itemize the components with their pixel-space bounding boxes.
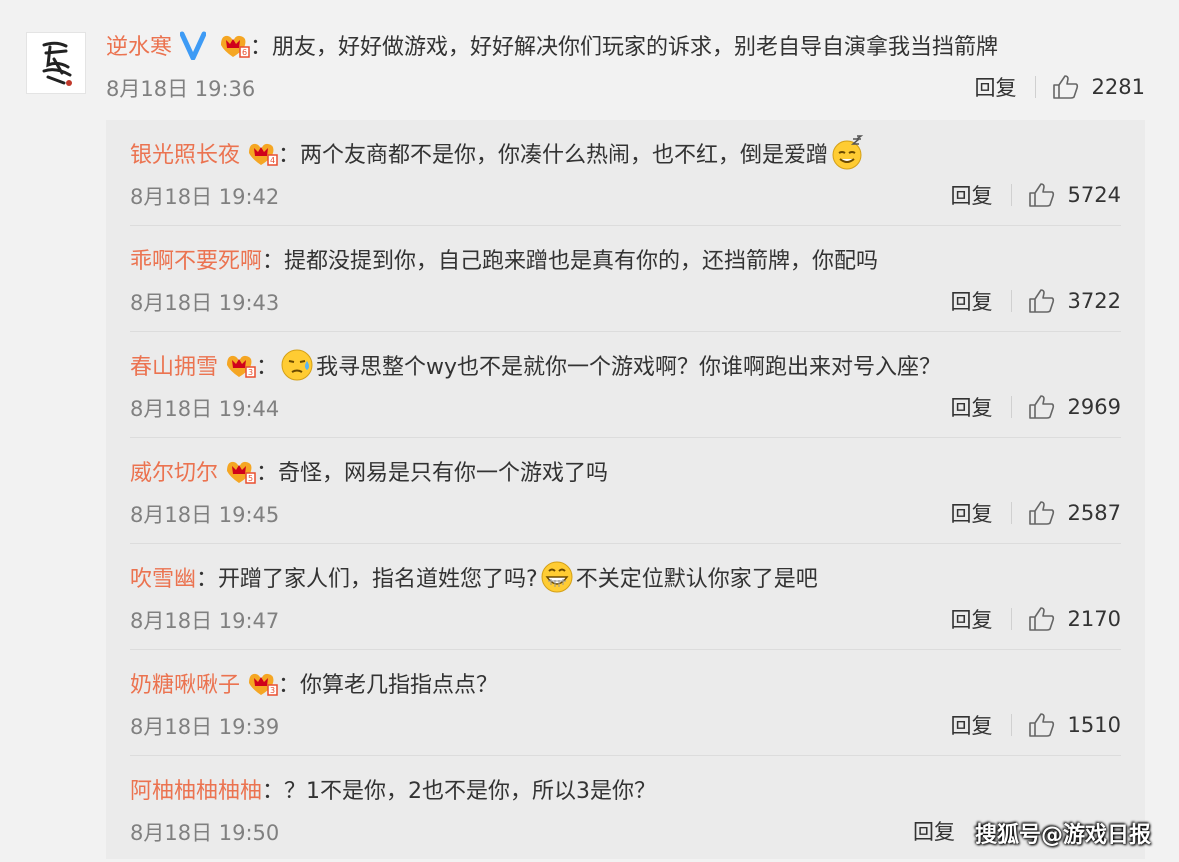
reply-item: 春山拥雪 3 ： 我寻思整个wy也不是就你一个游戏啊？你谁啊跑出来对号入座？ 8… xyxy=(106,332,1145,438)
reply-username[interactable]: 乖啊不要死啊 xyxy=(130,243,262,275)
reply-time: 8月18日 19:45 xyxy=(130,503,280,527)
reply-time: 8月18日 19:50 xyxy=(130,821,280,845)
reply-button[interactable]: 回复 xyxy=(951,286,993,316)
reply-button[interactable]: 回复 xyxy=(951,180,993,210)
main-comment: 逆水寒 6 ：朋友，好好做游戏，好好解决你们玩家的诉求，别老自导自演拿我当挡箭牌… xyxy=(0,0,1179,120)
vip-crown-icon: 3 xyxy=(249,673,278,696)
reply-time: 8月18日 19:44 xyxy=(130,397,280,421)
thumbs-up-icon xyxy=(1028,289,1054,313)
avatar[interactable] xyxy=(26,32,86,94)
reply-item: 乖啊不要死啊 ：提都没提到你，自己跑来蹭也是真有你的，还挡箭牌，你配吗 8月18… xyxy=(106,226,1145,332)
replies-panel: 银光照长夜 4 ：两个友商都不是你，你凑什么热闹，也不红，倒是爱蹭 8月18日 … xyxy=(106,120,1145,859)
like-count: 2587 xyxy=(1067,501,1121,525)
reply-item: 威尔切尔 5 ：奇怪，网易是只有你一个游戏了吗 8月18日 19:45 回复 2… xyxy=(106,438,1145,544)
vip-crown-icon: 3 xyxy=(227,355,256,378)
thumbs-up-icon xyxy=(1028,183,1054,207)
reply-text: 我寻思整个wy也不是就你一个游戏啊？你谁啊跑出来对号入座？ xyxy=(316,355,942,380)
comment-text: ：朋友，好好做游戏，好好解决你们玩家的诉求，别老自导自演拿我当挡箭牌 xyxy=(250,35,999,60)
reply-time: 8月18日 19:43 xyxy=(130,291,280,315)
reply-item: 银光照长夜 4 ：两个友商都不是你，你凑什么热闹，也不红，倒是爱蹭 8月18日 … xyxy=(106,120,1145,226)
like-button[interactable]: 2587 xyxy=(1028,500,1121,526)
action-divider xyxy=(1010,608,1012,630)
watermark: 搜狐号@游戏日报 xyxy=(974,823,1151,848)
action-divider xyxy=(1034,76,1036,98)
reply-item: 吹雪幽 ：开蹭了家人们，指名道姓您了吗? 不关定位默认你家了是吧 8月18日 1… xyxy=(106,544,1145,650)
reply-username[interactable]: 春山拥雪 xyxy=(130,349,218,381)
like-count: 3722 xyxy=(1067,289,1121,313)
svg-text:6: 6 xyxy=(242,48,247,57)
reply-username[interactable]: 阿柚柚柚柚柚 xyxy=(130,773,262,805)
reply-button[interactable]: 回复 xyxy=(951,498,993,528)
grin-face-emoji-icon xyxy=(541,561,573,593)
like-button[interactable]: 3722 xyxy=(1028,288,1121,314)
smug-face-emoji-icon xyxy=(832,135,864,170)
reply-time: 8月18日 19:42 xyxy=(130,185,280,209)
like-button[interactable]: 2281 xyxy=(1052,74,1145,100)
svg-text:5: 5 xyxy=(248,474,253,483)
reply-text: ：开蹭了家人们，指名道姓您了吗? xyxy=(196,567,538,592)
reply-text: ：你算老几指指点点？ xyxy=(278,673,499,698)
like-count: 2969 xyxy=(1067,395,1121,419)
reply-button[interactable]: 回复 xyxy=(975,72,1017,102)
thumbs-up-icon xyxy=(1052,75,1078,99)
reply-text: ：两个友商都不是你，你凑什么热闹，也不红，倒是爱蹭 xyxy=(278,143,829,168)
reply-text: ：奇怪，网易是只有你一个游戏了吗 xyxy=(256,461,609,486)
reply-time: 8月18日 19:47 xyxy=(130,609,280,633)
reply-username[interactable]: 吹雪幽 xyxy=(130,561,196,593)
action-divider xyxy=(1010,396,1012,418)
like-count: 1510 xyxy=(1067,713,1121,737)
vip-crown-icon: 6 xyxy=(221,35,250,58)
username[interactable]: 逆水寒 xyxy=(106,29,172,61)
comment-time: 8月18日 19:36 xyxy=(106,77,256,101)
like-button[interactable]: 2170 xyxy=(1028,606,1121,632)
action-divider xyxy=(1010,714,1012,736)
reply-username[interactable]: 奶糖啾啾子 xyxy=(130,667,240,699)
sweat-face-emoji-icon xyxy=(281,349,313,381)
reply-button[interactable]: 回复 xyxy=(913,816,955,846)
like-button[interactable]: 5724 xyxy=(1028,182,1121,208)
reply-text: ：提都没提到你，自己跑来蹭也是真有你的，还挡箭牌，你配吗 xyxy=(262,249,879,274)
verified-icon xyxy=(180,31,207,60)
like-count: 2281 xyxy=(1091,75,1145,99)
thumbs-up-icon xyxy=(1028,607,1054,631)
reply-item: 奶糖啾啾子 3 ：你算老几指指点点？ 8月18日 19:39 回复 1510 xyxy=(106,650,1145,756)
like-button[interactable]: 2969 xyxy=(1028,394,1121,420)
reply-username[interactable]: 威尔切尔 xyxy=(130,455,218,487)
svg-text:3: 3 xyxy=(270,686,275,695)
thumbs-up-icon xyxy=(1028,501,1054,525)
svg-text:4: 4 xyxy=(270,156,275,165)
thumbs-up-icon xyxy=(1028,395,1054,419)
like-count: 2170 xyxy=(1067,607,1121,631)
action-divider xyxy=(1010,184,1012,206)
svg-text:3: 3 xyxy=(248,368,253,377)
like-button[interactable]: 1510 xyxy=(1028,712,1121,738)
reply-button[interactable]: 回复 xyxy=(951,392,993,422)
action-divider xyxy=(1010,502,1012,524)
reply-time: 8月18日 19:39 xyxy=(130,715,280,739)
action-divider xyxy=(1010,290,1012,312)
reply-colon: ： xyxy=(256,355,279,380)
reply-button[interactable]: 回复 xyxy=(951,604,993,634)
vip-crown-icon: 5 xyxy=(227,461,256,484)
vip-crown-icon: 4 xyxy=(249,143,278,166)
reply-text: ：？1不是你，2也不是你，所以3是你？ xyxy=(262,779,657,804)
like-count: 5724 xyxy=(1067,183,1121,207)
thumbs-up-icon xyxy=(1028,713,1054,737)
reply-username[interactable]: 银光照长夜 xyxy=(130,137,240,169)
reply-button[interactable]: 回复 xyxy=(951,710,993,740)
reply-text-after: 不关定位默认你家了是吧 xyxy=(575,567,818,592)
